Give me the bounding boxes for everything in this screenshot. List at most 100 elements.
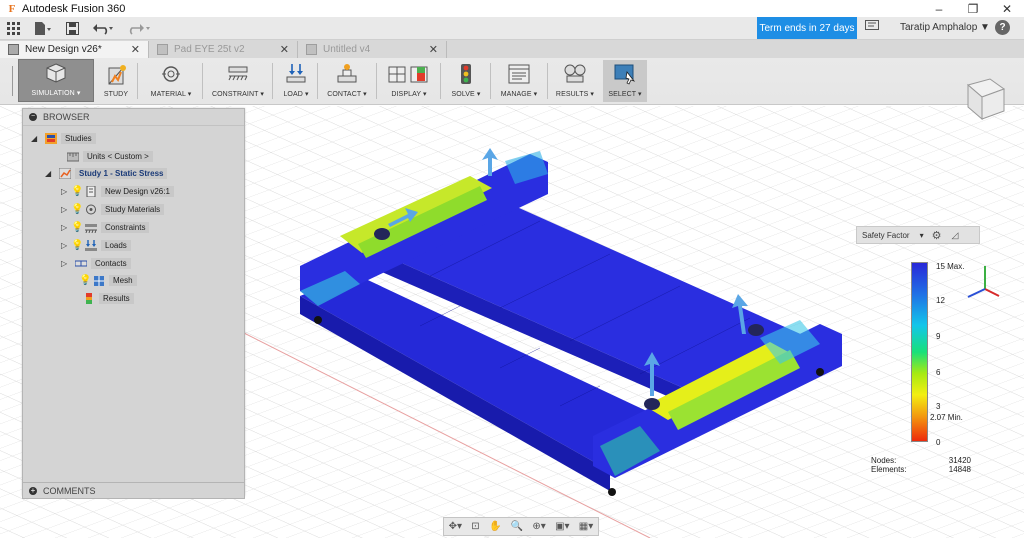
minimize-button[interactable]: – [922,0,956,17]
tree-node-study-1[interactable]: ◢ Study 1 - Static Stress [45,166,168,181]
visibility-bulb-icon[interactable]: 💡 [71,204,83,215]
browser-header[interactable]: − BROWSER [23,109,244,126]
visibility-bulb-icon[interactable]: 💡 [71,240,83,251]
view-cube[interactable] [960,75,1006,121]
select-button[interactable]: SELECT ▾ [603,60,647,102]
studies-icon [44,133,58,144]
ribbon-toolbar: SIMULATION ▾ STUDY MATERIAL ▾ CONSTRAINT… [0,58,1024,105]
help-icon[interactable]: ? [995,20,1010,35]
pin-icon[interactable]: ◿ [951,230,958,241]
materials-icon [84,204,98,215]
save-icon [66,21,79,35]
close-tab-icon[interactable]: ✕ [280,43,289,56]
contact-button[interactable]: CONTACT ▾ [322,60,372,102]
material-button[interactable]: MATERIAL ▾ [146,60,196,102]
expand-triangle-icon[interactable]: ▷ [61,241,71,250]
legend-min: 2.07 Min. [930,413,963,422]
tab-pad-eye[interactable]: Pad EYE 25t v2 ✕ [149,41,298,58]
expand-triangle-icon[interactable]: ▷ [61,205,71,214]
cube-icon [43,62,69,84]
expand-triangle-icon[interactable]: ◢ [45,169,55,178]
constraint-button[interactable]: CONSTRAINT ▾ [209,60,267,102]
workspace-switcher[interactable]: SIMULATION ▾ [18,59,94,102]
display-button[interactable]: DISPLAY ▾ [382,60,436,102]
gear-icon[interactable]: ⚙ [932,229,942,242]
nodes-label: Nodes: [871,456,897,465]
tree-node-constraints[interactable]: ▷ 💡 Constraints [61,220,150,235]
dropdown-caret-icon[interactable]: ▾ [920,231,924,240]
trial-badge[interactable]: Term ends in 27 days [757,17,857,39]
tree-node-mesh[interactable]: 💡 Mesh [79,273,137,288]
study-icon [58,168,72,179]
tree-node-loads[interactable]: ▷ 💡 Loads [61,238,131,253]
save-button[interactable] [59,18,86,38]
user-menu[interactable]: Taratip Amphalop ▼ [900,22,990,33]
divider [317,63,318,99]
close-tab-icon[interactable]: ✕ [429,43,438,56]
restore-button[interactable]: ❐ [956,0,990,17]
select-icon [612,63,638,85]
legend-tick: 3 [936,402,941,411]
window-title: Autodesk Fusion 360 [22,2,126,15]
tree-node-results[interactable]: Results [79,291,134,306]
visibility-bulb-icon[interactable]: 💡 [71,186,83,197]
divider [202,63,203,99]
study-icon [103,64,129,86]
undo-button[interactable] [86,18,122,38]
tab-new-design[interactable]: New Design v26* ✕ [0,41,149,58]
zoom-icon[interactable]: 🔍 [511,521,523,532]
expand-triangle-icon[interactable]: ▷ [61,259,71,268]
tree-node-studies[interactable]: ◢ Studies [31,131,96,146]
tree-node-units[interactable]: Units < Custom > [63,149,153,164]
tree-node-materials[interactable]: ▷ 💡 Study Materials [61,202,165,217]
close-button[interactable]: ✕ [990,0,1024,17]
close-tab-icon[interactable]: ✕ [131,43,140,56]
document-tabs: New Design v26* ✕ Pad EYE 25t v2 ✕ Untit… [0,40,1024,58]
tree-node-contacts[interactable]: ▷ Contacts [61,256,131,271]
collapse-icon[interactable]: − [29,113,37,121]
window-controls: – ❐ ✕ [922,0,1024,17]
title-bar: F Autodesk Fusion 360 – ❐ ✕ [0,0,1024,17]
study-button[interactable]: STUDY [99,60,133,102]
redo-button[interactable] [122,18,158,38]
look-at-icon[interactable]: ⊡ [471,521,479,532]
grid-settings-icon[interactable]: ▦▾ [579,521,593,532]
expand-triangle-icon[interactable]: ◢ [31,134,41,143]
tab-untitled[interactable]: Untitled v4 ✕ [298,41,447,58]
file-menu-button[interactable] [27,18,59,38]
manage-icon [506,63,532,85]
fit-icon[interactable]: ⊕▾ [532,521,545,532]
display-settings-icon[interactable]: ▣▾ [555,521,569,532]
tree-node-component[interactable]: ▷ 💡 New Design v26:1 [61,184,174,199]
legend-tick: 9 [936,332,941,341]
grip-handle[interactable] [12,66,13,96]
expand-icon[interactable]: + [29,486,37,495]
legend-zero: 0 [936,438,941,447]
result-type-dropdown[interactable]: Safety Factor ▾ ⚙ ◿ [856,226,980,244]
units-icon [66,151,80,162]
expand-triangle-icon[interactable]: ▷ [61,187,71,196]
contacts-icon [74,258,88,269]
chat-icon[interactable] [865,20,879,35]
app-grid-button[interactable] [0,18,27,38]
mesh-icon [92,275,106,286]
expand-triangle-icon[interactable]: ▷ [61,223,71,232]
safety-factor-colorbar [911,262,928,442]
document-icon [8,44,19,55]
orbit-icon[interactable]: ✥▾ [449,521,462,532]
results-icon [82,293,96,304]
legend-tick: 6 [936,368,941,377]
tab-label: New Design v26* [25,44,102,55]
results-button[interactable]: RESULTS ▾ [551,60,599,102]
load-button[interactable]: LOAD ▾ [278,60,314,102]
visibility-bulb-icon[interactable]: 💡 [71,222,83,233]
browser-panel: − BROWSER ◢ Studies Units < Custom > ◢ S… [22,108,245,496]
contact-icon [334,63,360,85]
manage-button[interactable]: MANAGE ▾ [495,60,543,102]
legend-max: 15 Max. [936,262,965,271]
visibility-bulb-icon[interactable]: 💡 [79,275,91,286]
load-icon [283,63,309,85]
solve-button[interactable]: SOLVE ▾ [447,60,485,102]
comments-panel[interactable]: + COMMENTS [22,482,245,499]
pan-icon[interactable]: ✋ [489,521,501,532]
